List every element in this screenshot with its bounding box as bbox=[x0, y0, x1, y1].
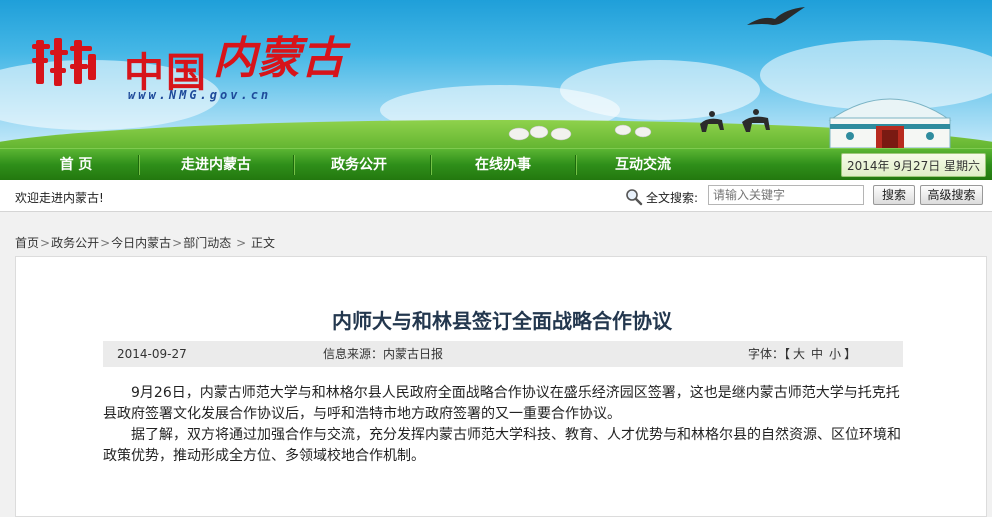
font-large-link[interactable]: 大 bbox=[793, 347, 805, 361]
mongolian-script-logo bbox=[32, 38, 96, 86]
article-meta: 2014-09-27 信息来源：内蒙古日报 字体：【大中小】 bbox=[103, 341, 903, 367]
article-source: 信息来源：内蒙古日报 bbox=[323, 347, 444, 361]
nav-government-affairs[interactable]: 政务公开 bbox=[299, 149, 419, 181]
nav-about[interactable]: 走进内蒙古 bbox=[156, 149, 276, 181]
breadcrumb-chevron-icon: > bbox=[232, 236, 250, 250]
sheep-flock-icon bbox=[508, 124, 652, 141]
nav-online-services[interactable]: 在线办事 bbox=[443, 149, 563, 181]
article-paragraph: 据了解，双方将通过加强合作与交流，充分发挥内蒙古师范大学科技、教育、人才优势与和… bbox=[103, 427, 901, 464]
nav-home[interactable]: 首 页 bbox=[16, 149, 136, 181]
advanced-search-button[interactable]: 高级搜索 bbox=[920, 185, 983, 205]
nav-divider bbox=[430, 155, 432, 175]
article-title: 内师大与和林县签订全面战略合作协议 bbox=[332, 309, 672, 333]
welcome-text: 欢迎走进内蒙古! bbox=[15, 191, 104, 205]
utility-bar: 欢迎走进内蒙古! 全文搜索: 搜索 高级搜索 bbox=[0, 180, 992, 212]
magnifier-icon bbox=[626, 189, 643, 206]
logo-calligraphy: 内蒙古 bbox=[213, 33, 345, 84]
yurt-icon bbox=[828, 98, 952, 149]
article-body: 9月26日，内蒙古师范大学与和林格尔县人民政府全面战略合作协议在盛乐经济园区签署… bbox=[103, 383, 903, 467]
eagle-icon bbox=[747, 7, 805, 25]
font-size-bracket: 】 bbox=[844, 347, 857, 361]
font-size-label: 字体：【 bbox=[748, 347, 791, 361]
search-label: 全文搜索: bbox=[646, 191, 699, 205]
search-button[interactable]: 搜索 bbox=[873, 185, 915, 205]
search-input[interactable] bbox=[708, 185, 864, 205]
breadcrumb-chevron-icon: > bbox=[172, 236, 183, 250]
font-small-link[interactable]: 小 bbox=[829, 347, 841, 361]
nav-divider bbox=[138, 155, 140, 175]
breadcrumb-current: 正文 bbox=[250, 236, 275, 250]
breadcrumb-chevron-icon: > bbox=[100, 236, 111, 250]
site-banner: 中国 内蒙古 www.NMG.gov.cn bbox=[0, 0, 992, 150]
article-panel: 内师大与和林县签订全面战略合作协议 2014-09-27 信息来源：内蒙古日报 … bbox=[15, 256, 987, 517]
breadcrumb-government-affairs[interactable]: 政务公开 bbox=[51, 236, 99, 250]
horse-riders-icon bbox=[700, 109, 770, 132]
breadcrumb: 首页>政务公开>今日内蒙古>部门动态 > 正文 bbox=[15, 234, 275, 251]
breadcrumb-today[interactable]: 今日内蒙古 bbox=[111, 236, 171, 250]
main-nav: 首 页 走进内蒙古 政务公开 在线办事 互动交流 2014年 9月27日 星期六 bbox=[0, 148, 992, 180]
breadcrumb-chevron-icon: > bbox=[40, 236, 51, 250]
nav-divider bbox=[293, 155, 295, 175]
breadcrumb-home[interactable]: 首页 bbox=[15, 236, 39, 250]
font-size-selector: 字体：【大中小】 bbox=[748, 341, 856, 367]
article-date: 2014-09-27 bbox=[117, 347, 187, 361]
breadcrumb-department-news[interactable]: 部门动态 bbox=[183, 236, 231, 250]
nav-divider bbox=[575, 155, 577, 175]
site-url: www.NMG.gov.cn bbox=[128, 88, 272, 102]
current-date: 2014年 9月27日 星期六 bbox=[841, 153, 986, 177]
nav-interaction[interactable]: 互动交流 bbox=[583, 149, 703, 181]
font-medium-link[interactable]: 中 bbox=[811, 347, 823, 361]
article-paragraph: 9月26日，内蒙古师范大学与和林格尔县人民政府全面战略合作协议在盛乐经济园区签署… bbox=[103, 385, 900, 422]
